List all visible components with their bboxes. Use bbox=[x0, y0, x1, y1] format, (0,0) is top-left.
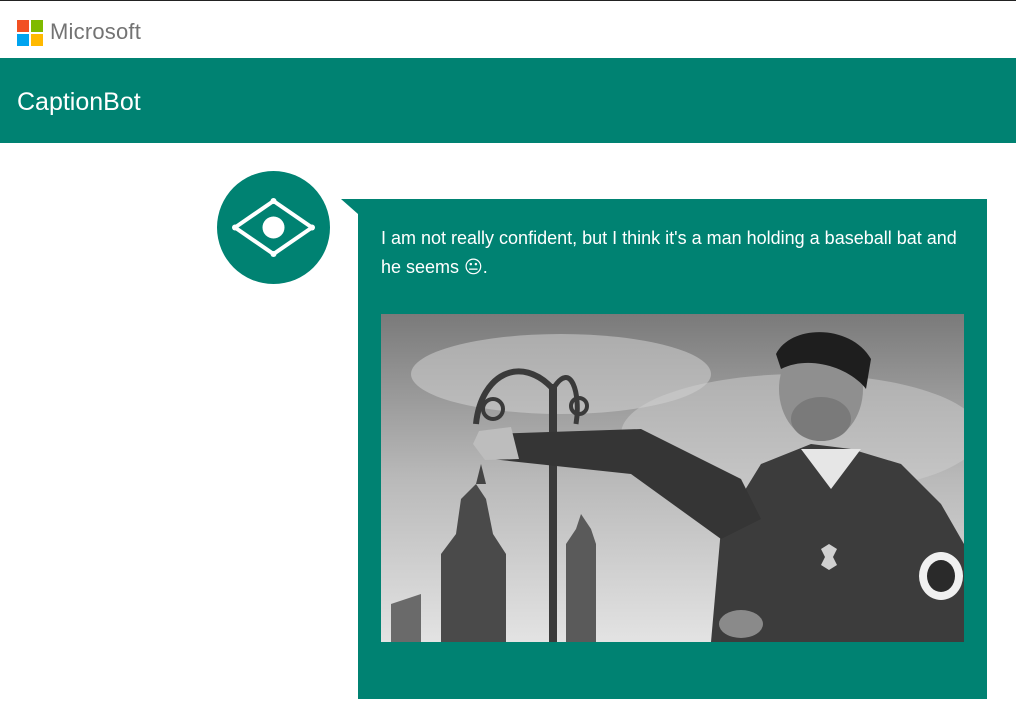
microsoft-wordmark[interactable]: Microsoft bbox=[50, 19, 141, 45]
app-header: CaptionBot bbox=[0, 58, 1016, 143]
microsoft-logo-icon[interactable] bbox=[17, 20, 43, 46]
top-bar: Microsoft bbox=[0, 0, 1016, 58]
caption-text: I am not really confident, but I think i… bbox=[381, 228, 957, 277]
uploaded-photo bbox=[381, 314, 964, 642]
app-title[interactable]: CaptionBot bbox=[17, 88, 141, 117]
caption-message-bubble: I am not really confident, but I think i… bbox=[358, 199, 987, 699]
eye-diamond-icon bbox=[232, 198, 315, 257]
bot-avatar bbox=[217, 171, 330, 284]
bubble-notch bbox=[341, 199, 358, 214]
